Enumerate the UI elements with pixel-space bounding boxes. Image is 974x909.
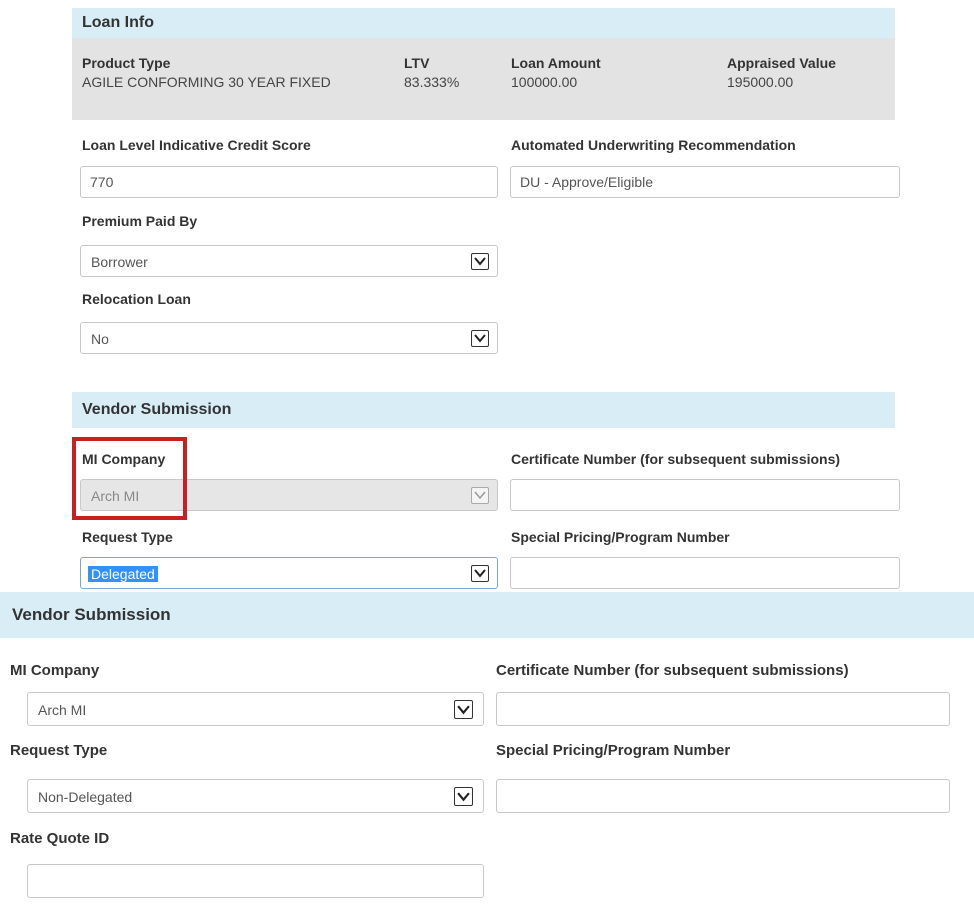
- ltv-label: LTV: [404, 55, 430, 71]
- chevron-down-icon[interactable]: [471, 253, 489, 270]
- rate-quote-id-label: Rate Quote ID: [10, 830, 110, 847]
- request-type-selected-text: Delegated: [88, 566, 158, 582]
- mi-company-label: MI Company: [10, 662, 100, 679]
- vendor-submission-panel: Vendor Submission MI Company Arch MI Cer…: [0, 592, 974, 909]
- mi-company-select[interactable]: Arch MI: [27, 692, 484, 726]
- request-type-label: Request Type: [82, 529, 173, 545]
- product-type-label: Product Type: [82, 55, 171, 71]
- chevron-down-icon[interactable]: [454, 700, 473, 719]
- au-recommendation-label: Automated Underwriting Recommendation: [511, 137, 796, 153]
- vendor-submission-header: Vendor Submission: [72, 392, 895, 428]
- chevron-down-icon: [471, 487, 489, 504]
- special-pricing-input[interactable]: [510, 557, 900, 589]
- loan-amount-value: 100000.00: [511, 74, 578, 90]
- loan-info-header: Loan Info: [72, 8, 895, 38]
- relocation-loan-value: No: [91, 331, 109, 347]
- appraised-value-label: Appraised Value: [727, 55, 836, 71]
- loan-info-title: Loan Info: [82, 14, 154, 31]
- relocation-loan-select[interactable]: No: [80, 322, 498, 354]
- loan-summary-strip: Product Type AGILE CONFORMING 30 YEAR FI…: [72, 38, 895, 120]
- loan-info-panel: Loan Info Product Type AGILE CONFORMING …: [72, 0, 900, 596]
- certificate-number-label: Certificate Number (for subsequent submi…: [496, 662, 849, 679]
- vendor-submission-title: Vendor Submission: [82, 401, 232, 418]
- premium-paid-by-select[interactable]: Borrower: [80, 245, 498, 277]
- vendor-submission-title: Vendor Submission: [12, 605, 171, 624]
- loan-amount-label: Loan Amount: [511, 55, 601, 71]
- mi-company-value: Arch MI: [38, 702, 87, 718]
- request-type-value: Non-Delegated: [38, 789, 133, 805]
- chevron-down-icon[interactable]: [454, 787, 473, 806]
- relocation-loan-label: Relocation Loan: [82, 291, 191, 307]
- request-type-label: Request Type: [10, 742, 108, 759]
- au-recommendation-input[interactable]: DU - Approve/Eligible: [510, 166, 900, 198]
- appraised-value-value: 195000.00: [727, 74, 794, 90]
- premium-paid-by-value: Borrower: [91, 254, 148, 270]
- rate-quote-id-input[interactable]: [27, 864, 484, 898]
- request-type-select[interactable]: Delegated: [80, 557, 498, 589]
- request-type-select[interactable]: Non-Delegated: [27, 779, 484, 813]
- certificate-number-label: Certificate Number (for subsequent submi…: [511, 451, 841, 467]
- certificate-number-input[interactable]: [510, 479, 900, 511]
- special-pricing-input[interactable]: [496, 779, 950, 813]
- request-type-value: Delegated: [88, 566, 158, 582]
- special-pricing-label: Special Pricing/Program Number: [511, 529, 730, 545]
- ltv-value: 83.333%: [404, 74, 460, 90]
- premium-paid-by-label: Premium Paid By: [82, 213, 198, 229]
- credit-score-input[interactable]: 770: [80, 166, 498, 198]
- special-pricing-label: Special Pricing/Program Number: [496, 742, 731, 759]
- certificate-number-input[interactable]: [496, 692, 950, 726]
- chevron-down-icon[interactable]: [471, 330, 489, 347]
- product-type-value: AGILE CONFORMING 30 YEAR FIXED: [82, 74, 331, 90]
- credit-score-label: Loan Level Indicative Credit Score: [82, 137, 311, 153]
- vendor-submission-header: Vendor Submission: [0, 592, 974, 638]
- highlight-box: [72, 437, 187, 520]
- chevron-down-icon[interactable]: [471, 565, 489, 582]
